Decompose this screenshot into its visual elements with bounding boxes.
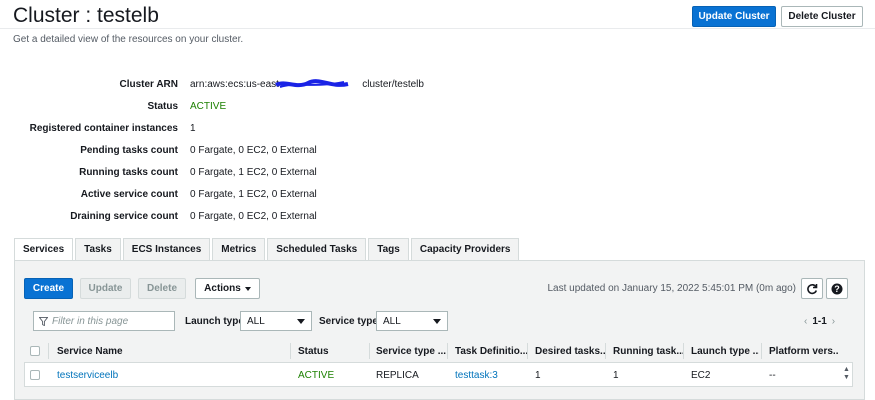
service-name-link[interactable]: testserviceelb: [57, 370, 118, 381]
caret-down-icon: [244, 286, 251, 291]
launch-type-label: Launch type: [185, 316, 244, 327]
header-divider: [0, 28, 875, 29]
launch-type-value: ALL: [247, 315, 265, 327]
help-icon: ?: [831, 283, 843, 294]
running-tasks: 1: [613, 370, 619, 381]
column-divider: [290, 343, 291, 359]
svg-text:?: ?: [834, 284, 840, 294]
pagination: ‹ 1-1 ›: [804, 316, 835, 327]
desired-tasks: 1: [535, 370, 541, 381]
task-definition-link[interactable]: testtask:3: [455, 370, 498, 381]
cluster-arn-prefix: arn:aws:ecs:us-east-: [190, 79, 283, 90]
column-status[interactable]: Status: [298, 346, 366, 357]
page-title: Cluster : testelb: [13, 4, 159, 27]
row-checkbox[interactable]: [30, 370, 40, 380]
chevron-left-icon[interactable]: ‹: [804, 316, 807, 327]
column-divider: [527, 343, 528, 359]
update-button[interactable]: Update: [80, 278, 131, 299]
page-subtitle: Get a detailed view of the resources on …: [13, 34, 244, 45]
actions-label: Actions: [204, 283, 241, 294]
pending-tasks-label: Pending tasks count: [80, 145, 178, 156]
draining-service-value: 0 Fargate, 0 EC2, 0 External: [190, 211, 317, 222]
active-service-label: Active service count: [80, 189, 178, 200]
column-divider: [683, 343, 684, 359]
tab-ecs-instances[interactable]: ECS Instances: [122, 238, 211, 260]
help-button[interactable]: ?: [826, 278, 848, 299]
cluster-tabs: Services Tasks ECS Instances Metrics Sch…: [14, 238, 521, 260]
column-launch-type[interactable]: Launch type ...: [691, 346, 759, 357]
column-desired-tasks[interactable]: Desired tasks...: [535, 346, 605, 357]
last-updated-text: Last updated on January 15, 2022 5:45:01…: [547, 283, 796, 294]
running-tasks-value: 0 Fargate, 1 EC2, 0 External: [190, 167, 317, 178]
column-service-name[interactable]: Service Name: [57, 346, 287, 357]
refresh-icon: [807, 283, 818, 294]
active-service-value: 0 Fargate, 1 EC2, 0 External: [190, 189, 317, 200]
column-divider: [605, 343, 606, 359]
update-cluster-button[interactable]: Update Cluster: [692, 6, 776, 27]
filter-input[interactable]: Filter in this page: [33, 311, 175, 331]
service-type: REPLICA: [376, 370, 419, 381]
status-label: Status: [147, 101, 178, 112]
platform-version: --: [769, 370, 776, 381]
pending-tasks-value: 0 Fargate, 0 EC2, 0 External: [190, 145, 317, 156]
caret-down-icon: [433, 319, 441, 324]
filter-placeholder: Filter in this page: [52, 315, 129, 327]
tab-services[interactable]: Services: [14, 238, 74, 260]
refresh-button[interactable]: [801, 278, 823, 299]
column-divider: [48, 343, 49, 359]
service-status: ACTIVE: [298, 370, 335, 381]
column-divider: [761, 343, 762, 359]
column-platform-version[interactable]: Platform vers...: [769, 346, 839, 357]
create-button[interactable]: Create: [24, 278, 73, 299]
service-type-value: ALL: [383, 315, 401, 327]
service-type-label: Service type: [319, 316, 378, 327]
tab-scheduled-tasks[interactable]: Scheduled Tasks: [267, 238, 367, 260]
registered-instances-label: Registered container instances: [29, 123, 178, 134]
launch-type-select[interactable]: ALL: [240, 311, 312, 331]
running-tasks-label: Running tasks count: [79, 167, 178, 178]
tab-tags[interactable]: Tags: [368, 238, 409, 260]
delete-button[interactable]: Delete: [138, 278, 186, 299]
filter-icon: [39, 316, 48, 326]
column-divider: [369, 343, 370, 359]
column-running-tasks[interactable]: Running task...: [613, 346, 683, 357]
delete-cluster-button[interactable]: Delete Cluster: [781, 6, 863, 27]
launch-type: EC2: [691, 370, 711, 381]
tab-metrics[interactable]: Metrics: [212, 238, 266, 260]
caret-down-icon: [297, 319, 305, 324]
tab-tasks[interactable]: Tasks: [75, 238, 121, 260]
actions-dropdown[interactable]: Actions: [195, 278, 260, 299]
status-value: ACTIVE: [190, 101, 227, 112]
draining-service-label: Draining service count: [70, 211, 178, 222]
column-divider: [447, 343, 448, 359]
service-type-select[interactable]: ALL: [376, 311, 448, 331]
cluster-arn-suffix: cluster/testelb: [362, 79, 424, 90]
registered-instances-value: 1: [190, 123, 196, 134]
select-all-checkbox[interactable]: [30, 346, 40, 356]
column-task-definition[interactable]: Task Definitio...: [455, 346, 527, 357]
cluster-arn-label: Cluster ARN: [119, 79, 178, 90]
column-service-type[interactable]: Service type ...: [376, 346, 446, 357]
redaction-scribble: [275, 79, 349, 88]
scroll-arrows[interactable]: ▲ ▼: [843, 366, 850, 382]
page-range: 1-1: [812, 316, 827, 327]
chevron-right-icon[interactable]: ›: [832, 316, 835, 327]
tab-capacity-providers[interactable]: Capacity Providers: [410, 238, 520, 260]
